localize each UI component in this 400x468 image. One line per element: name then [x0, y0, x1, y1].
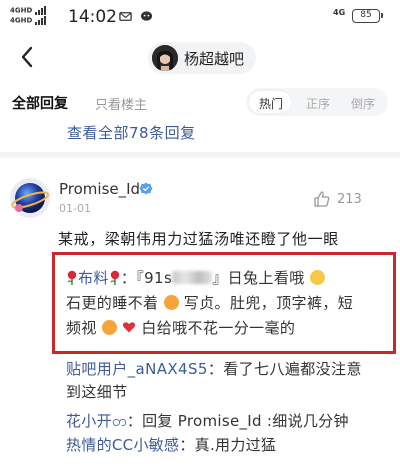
reply-nickname[interactable]: 热情的CC小敏感 [66, 436, 179, 454]
rose-icon [110, 270, 120, 285]
reply-nickname[interactable]: 花小开တ [66, 412, 127, 430]
rose-icon [67, 270, 77, 285]
signal-bars-icon [34, 6, 46, 15]
reply-text: 频视 [66, 319, 97, 337]
reply-tabs: 全部回复 只看楼主 热门 正序 倒序 [0, 88, 400, 118]
reply-text: 石更的睡不着 [66, 294, 159, 312]
chat-bubble-icon [140, 11, 153, 21]
reply-text: 写贞。肚兜，顶字裤，短 [183, 294, 354, 312]
forum-name: 杨超越吧 [184, 49, 245, 68]
tab-op-only[interactable]: 只看楼主 [95, 94, 147, 113]
reply-text: ：看了七八遍都没注意 [207, 360, 362, 378]
forum-pill[interactable]: 杨超越吧 [148, 42, 257, 74]
reply-item: 热情的CC小敏感：真.用力过猛 [66, 434, 396, 457]
mail-icon [119, 12, 132, 21]
top-nav: 杨超越吧 [0, 38, 400, 78]
forum-avatar-image [152, 45, 178, 71]
sort-toggle: 热门 正序 倒序 [246, 88, 388, 116]
reply-line-3: 频视 白给哦不花一分一毫的 [66, 316, 386, 341]
thumbs-up-icon[interactable] [313, 190, 331, 208]
surprised-face-emoji-icon [163, 295, 179, 310]
signal-bars-icon [34, 16, 46, 25]
post-content: 某戒，梁朝伟用力过猛汤唯还瞪了他一眼 [58, 230, 339, 248]
back-arrow-icon[interactable] [18, 44, 38, 70]
reply-line: 到这细节 [66, 381, 396, 404]
reply-text: 白给哦不花一分一毫的 [141, 319, 296, 337]
surprised-face-emoji-icon [101, 320, 117, 335]
tab-all-replies[interactable]: 全部回复 [12, 93, 68, 113]
post-username[interactable]: Promise_Id [59, 180, 140, 198]
reply-item: 布料 ：『91s 』日兔上看哦 石更的睡不着 写贞。肚兜，顶字裤，短 频视 白给哦不… [66, 266, 386, 341]
reply-text: ：回复 Promise_Id :细说几分钟 [126, 412, 349, 430]
blurred-text [172, 271, 213, 284]
user-avatar-image [10, 178, 50, 218]
like-count: 213 [337, 192, 362, 207]
reply-line-2: 石更的睡不着 写贞。肚兜，顶字裤，短 [66, 291, 386, 316]
reply-line: 贴吧用户_aNAX4S5：看了七八遍都没注意 [66, 358, 396, 381]
signal-label-2: 4GHD [10, 16, 33, 25]
reply-text: 』日兔上看哦 [212, 269, 305, 287]
verified-badge-icon [139, 182, 153, 195]
reply-nickname[interactable]: 布料 [78, 269, 109, 287]
user-avatar[interactable] [10, 178, 50, 218]
reply-line-1: 布料 ：『91s 』日兔上看哦 [66, 266, 386, 291]
hand-cover-face-emoji-icon [309, 270, 325, 285]
signal-label-1: 4GHD [10, 6, 33, 15]
signal-4g-indicator-1: 4GHD [10, 6, 47, 15]
view-all-replies-link[interactable]: 查看全部78条回复 [67, 122, 196, 143]
reply-item: 花小开တ：回复 Promise_Id :细说几分钟 [66, 410, 396, 433]
post-date: 01-01 [59, 202, 91, 215]
status-bar: 4GHD 4GHD 14:02 4G 85 [0, 0, 400, 34]
reply-text: 到这细节 [66, 383, 128, 401]
battery-indicator: 85 [352, 9, 383, 23]
signal-4g-indicator-2: 4GHD [10, 16, 47, 25]
reply-text: ：真.用力过猛 [179, 436, 277, 454]
sort-descending[interactable]: 倒序 [351, 95, 375, 112]
forum-avatar [152, 45, 178, 71]
sort-hot[interactable]: 热门 [259, 95, 283, 112]
heart-icon [123, 322, 136, 333]
reply-text: ：『91s [120, 269, 173, 287]
reply-item: 贴吧用户_aNAX4S5：看了七八遍都没注意 到这细节 [66, 358, 396, 404]
network-indicator: 4G [333, 8, 346, 17]
status-time: 14:02 [68, 7, 117, 27]
section-divider [0, 152, 400, 158]
sort-ascending[interactable]: 正序 [306, 95, 330, 112]
reply-nickname[interactable]: 贴吧用户_aNAX4S5 [66, 360, 208, 378]
